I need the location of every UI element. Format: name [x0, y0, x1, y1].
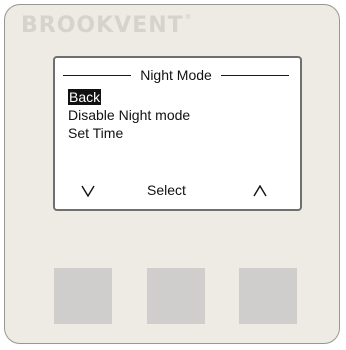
- softkey-up: [253, 185, 267, 197]
- left-button[interactable]: [54, 268, 112, 324]
- menu-item-label: Disable Night mode: [68, 107, 191, 123]
- chevron-up-icon: [253, 185, 267, 197]
- lcd-screen: Night Mode Back Disable Night mode Set T…: [53, 56, 302, 211]
- chevron-down-icon: [81, 185, 95, 197]
- menu-item-label: Set Time: [68, 125, 124, 141]
- title-rule-right: [220, 74, 289, 76]
- registered-mark: ®: [184, 13, 192, 21]
- menu-item-disable-night-mode[interactable]: Disable Night mode: [68, 106, 190, 124]
- menu-item-back[interactable]: Back: [68, 88, 190, 106]
- right-button[interactable]: [239, 268, 297, 324]
- softkey-down: [81, 185, 95, 197]
- screen-title-row: Night Mode: [63, 66, 289, 84]
- middle-button[interactable]: [147, 268, 205, 324]
- menu-item-label: Back: [68, 89, 102, 105]
- control-panel: BROOKVENT® Night Mode Back Disable Night…: [4, 4, 340, 344]
- brand-name: BROOKVENT: [21, 13, 184, 38]
- menu-item-set-time[interactable]: Set Time: [68, 124, 190, 142]
- softkey-select-label: Select: [147, 182, 186, 198]
- menu-list: Back Disable Night mode Set Time: [68, 88, 190, 142]
- brand-logo: BROOKVENT®: [21, 13, 192, 38]
- screen-title: Night Mode: [140, 67, 212, 83]
- title-rule-left: [63, 74, 132, 76]
